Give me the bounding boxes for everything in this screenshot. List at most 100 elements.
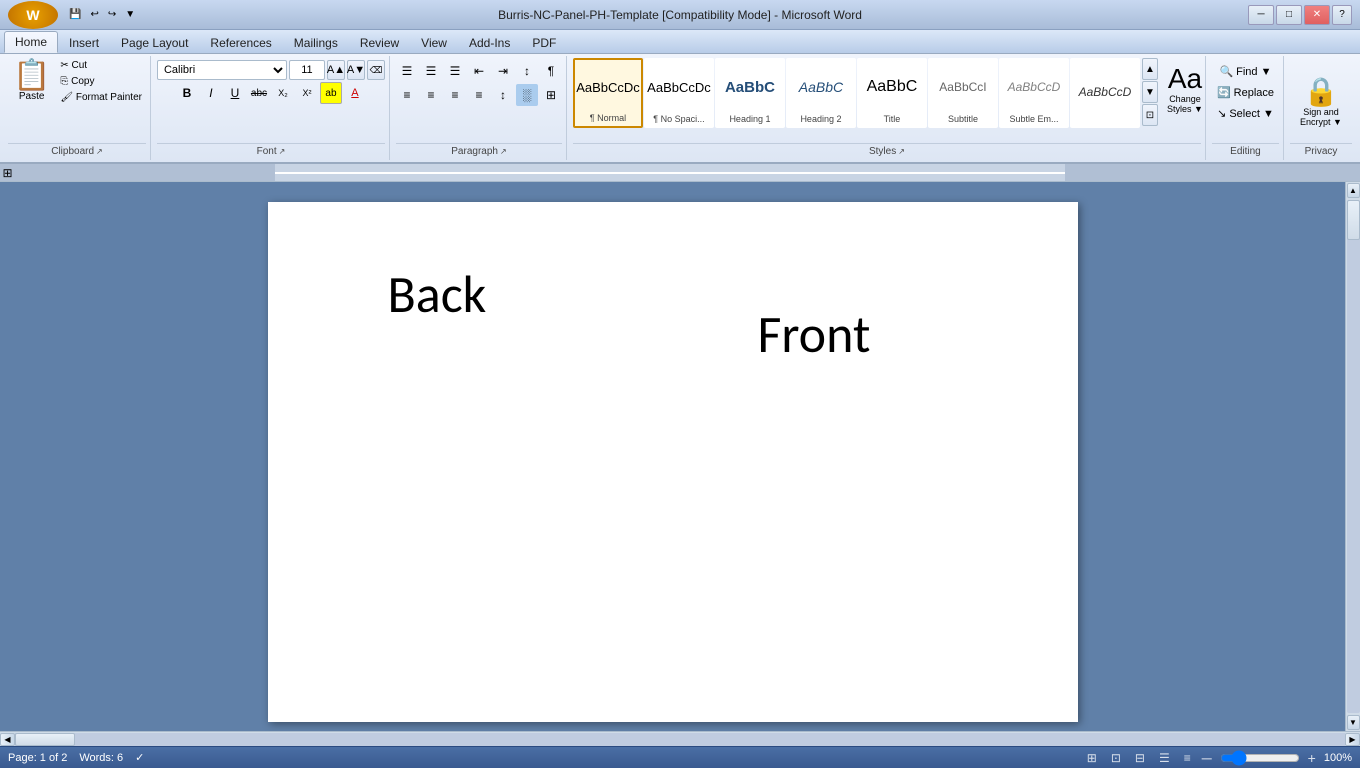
shading-button[interactable]: ░ (516, 84, 538, 106)
underline-button[interactable]: U (224, 82, 246, 104)
copy-button[interactable]: ⎘ Copy (56, 74, 146, 89)
font-expand[interactable]: ↗ (279, 147, 286, 156)
web-layout-view-button[interactable]: ⊟ (1132, 750, 1148, 766)
full-screen-view-button[interactable]: ⊡ (1108, 750, 1124, 766)
italic-button[interactable]: I (200, 82, 222, 104)
multilevel-list-button[interactable]: ☰ (444, 60, 466, 82)
style-heading2[interactable]: AaBbC Heading 2 (786, 58, 856, 128)
style-subtitle[interactable]: AaBbCcI Subtitle (928, 58, 998, 128)
styles-scroll-up-button[interactable]: ▲ (1142, 58, 1158, 80)
redo-button[interactable]: ↪ (105, 7, 119, 22)
cut-button[interactable]: ✂ Cut (56, 58, 146, 73)
styles-expand[interactable]: ↗ (898, 147, 905, 156)
paste-button[interactable]: 📋 Paste (8, 58, 55, 141)
justify-button[interactable]: ≡ (468, 84, 490, 106)
styles-scroll-down-button[interactable]: ▼ (1142, 81, 1158, 103)
customize-quick-access-button[interactable]: ▼ (122, 7, 138, 22)
style-heading1-label: Heading 1 (729, 115, 770, 125)
scrollbar-left-button[interactable]: ◀ (0, 733, 15, 746)
align-center-button[interactable]: ≡ (420, 84, 442, 106)
scrollbar-down-button[interactable]: ▼ (1347, 715, 1360, 730)
scrollbar-thumb[interactable] (1347, 200, 1360, 240)
select-button[interactable]: ↘ Select ▼ (1212, 104, 1279, 123)
tab-references[interactable]: References (199, 32, 282, 53)
show-paragraph-button[interactable]: ¶ (540, 60, 562, 82)
zoom-slider[interactable] (1220, 752, 1300, 764)
clipboard-label: Clipboard ↗ (8, 143, 146, 158)
superscript-button[interactable]: X² (296, 82, 318, 104)
horizontal-scrollbar-track[interactable] (15, 733, 1345, 746)
document-front-text: Front (758, 302, 871, 366)
font-size-grow-button[interactable]: A▲ (327, 60, 345, 80)
tab-insert[interactable]: Insert (58, 32, 110, 53)
font-name-select[interactable]: Calibri (157, 60, 287, 80)
strikethrough-button[interactable]: abc (248, 82, 270, 104)
undo-button[interactable]: ↩ (87, 7, 101, 22)
horizontal-scrollbar-thumb[interactable] (15, 733, 75, 746)
align-left-button[interactable]: ≡ (396, 84, 418, 106)
print-layout-view-button[interactable]: ⊞ (1084, 750, 1100, 766)
font-color-button[interactable]: A (344, 82, 366, 104)
tab-mailings[interactable]: Mailings (283, 32, 349, 53)
maximize-button[interactable]: □ (1276, 5, 1302, 25)
style-title[interactable]: AaBbC Title (857, 58, 927, 128)
draft-view-button[interactable]: ≡ (1181, 750, 1194, 766)
title-bar-left: W 💾 ↩ ↪ ▼ (8, 1, 138, 29)
document-area[interactable]: Back Front (0, 182, 1345, 731)
decrease-indent-button[interactable]: ⇤ (468, 60, 490, 82)
close-button[interactable]: ✕ (1304, 5, 1330, 25)
help-button[interactable]: ? (1332, 5, 1352, 25)
align-right-button[interactable]: ≡ (444, 84, 466, 106)
tab-home[interactable]: Home (4, 31, 58, 53)
status-bar: Page: 1 of 2 Words: 6 ✓ ⊞ ⊡ ⊟ ☰ ≡ ─ + 10… (0, 746, 1360, 768)
bold-button[interactable]: B (176, 82, 198, 104)
ruler-marks[interactable]: 1 2 3 4 5 6 7 (275, 172, 1065, 174)
vertical-scrollbar[interactable]: ▲ ▼ (1345, 182, 1360, 731)
style-subtle-emphasis[interactable]: AaBbCcD Subtle Em... (999, 58, 1069, 128)
font-size-input[interactable] (289, 60, 325, 80)
language-indicator[interactable]: ✓ (135, 751, 144, 764)
scrollbar-track[interactable] (1347, 200, 1360, 713)
tab-pdf[interactable]: PDF (521, 32, 567, 53)
replace-button[interactable]: 🔄 Replace (1212, 83, 1279, 102)
paragraph-expand[interactable]: ↗ (500, 147, 507, 156)
save-button[interactable]: 💾 (66, 7, 84, 22)
style-normal[interactable]: AaBbCcDc ¶ Normal (573, 58, 643, 128)
increase-indent-button[interactable]: ⇥ (492, 60, 514, 82)
sort-button[interactable]: ↕ (516, 60, 538, 82)
privacy-label: Privacy (1290, 143, 1352, 158)
subscript-button[interactable]: X₂ (272, 82, 294, 104)
outline-view-button[interactable]: ☰ (1156, 750, 1173, 766)
ribbon: 📋 Paste ✂ Cut ⎘ Copy 🖌 Format Painter Cl… (0, 54, 1360, 164)
change-styles-button[interactable]: Aa ChangeStyles ▼ (1160, 58, 1210, 120)
format-painter-button[interactable]: 🖌 Format Painter (56, 90, 146, 105)
status-bar-right: ⊞ ⊡ ⊟ ☰ ≡ ─ + 100% (1084, 750, 1352, 766)
clipboard-expand[interactable]: ↗ (96, 147, 103, 156)
style-heading1[interactable]: AaBbC Heading 1 (715, 58, 785, 128)
sign-encrypt-button[interactable]: 🔒 Sign andEncrypt ▼ (1295, 70, 1347, 133)
tab-review[interactable]: Review (349, 32, 410, 53)
tab-view[interactable]: View (410, 32, 458, 53)
clear-formatting-button[interactable]: ⌫ (367, 60, 385, 80)
find-button[interactable]: 🔍 Find ▼ (1214, 62, 1276, 81)
zoom-in-button[interactable]: + (1308, 750, 1316, 766)
scrollbar-up-button[interactable]: ▲ (1347, 183, 1360, 198)
borders-button[interactable]: ⊞ (540, 84, 562, 106)
numbering-button[interactable]: ☰ (420, 60, 442, 82)
bullets-button[interactable]: ☰ (396, 60, 418, 82)
tab-page-layout[interactable]: Page Layout (110, 32, 199, 53)
paste-icon: 📋 (13, 61, 50, 91)
font-size-shrink-button[interactable]: A▼ (347, 60, 365, 80)
office-logo[interactable]: W (8, 1, 58, 29)
style-no-spacing[interactable]: AaBbCcDc ¶ No Spaci... (644, 58, 714, 128)
ruler-corner[interactable]: ⊞ (0, 164, 15, 181)
zoom-out-button[interactable]: ─ (1202, 750, 1212, 766)
minimize-button[interactable]: ─ (1248, 5, 1274, 25)
text-highlight-button[interactable]: ab (320, 82, 342, 104)
style-extra[interactable]: AaBbCcD (1070, 58, 1140, 128)
styles-expand-button[interactable]: ⊡ (1142, 104, 1158, 126)
tab-add-ins[interactable]: Add-Ins (458, 32, 521, 53)
scrollbar-right-button[interactable]: ▶ (1345, 733, 1360, 746)
line-spacing-button[interactable]: ↕ (492, 84, 514, 106)
horizontal-scrollbar[interactable]: ◀ ▶ (0, 731, 1360, 746)
